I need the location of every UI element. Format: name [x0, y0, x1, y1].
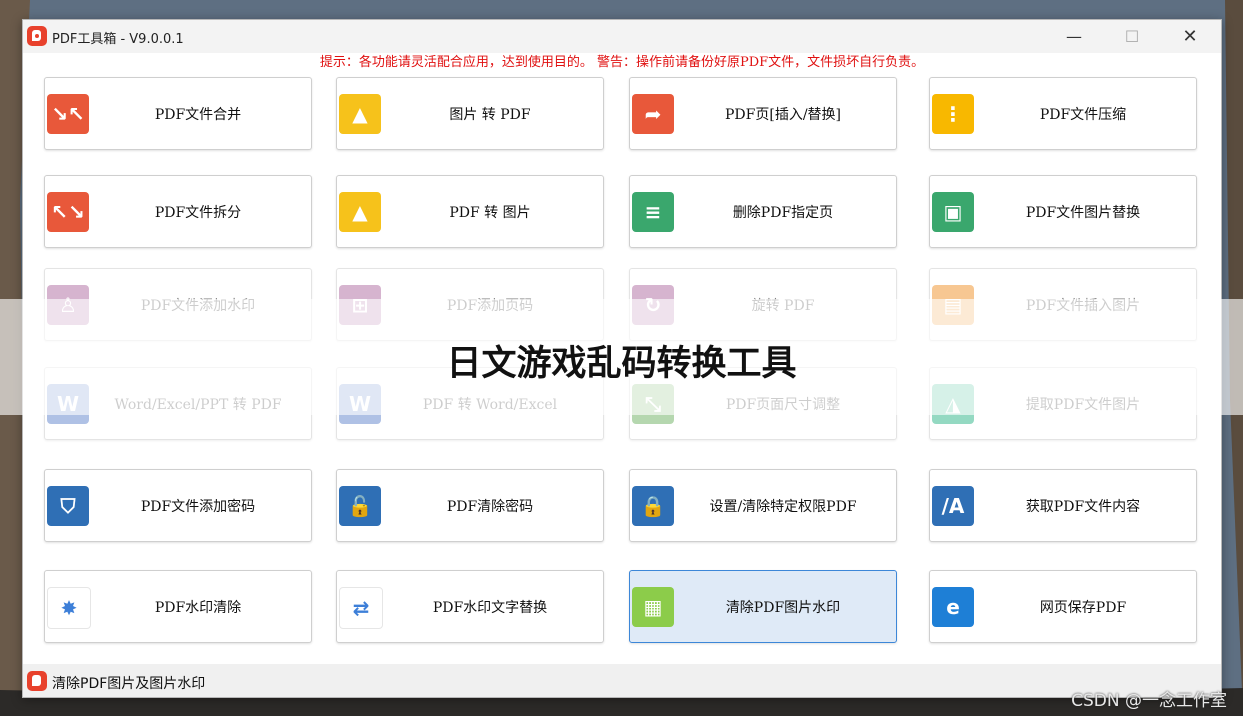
tool-label: PDF文件合并: [154, 106, 242, 123]
overlay-banner: 日文游戏乱码转换工具: [0, 299, 1243, 415]
tool-label: PDF文件图片替换: [1025, 204, 1141, 221]
image-watermark-icon: ▦: [632, 587, 674, 627]
text-extract-icon: /A: [932, 486, 974, 526]
tool-button-3[interactable]: ➦ PDF页[插入/替换]: [629, 77, 897, 150]
delete-page-icon: ≡: [632, 192, 674, 232]
tool-button-5[interactable]: ↖↘ PDF文件拆分: [44, 175, 312, 248]
tool-button-21[interactable]: ✸ PDF水印清除: [44, 570, 312, 643]
tool-button-17[interactable]: ⛉ PDF文件添加密码: [44, 469, 312, 542]
split-icon: ↖↘: [47, 192, 89, 232]
minimize-button[interactable]: —: [1045, 20, 1103, 53]
tool-label: PDF文件添加密码: [140, 498, 256, 515]
pdf-to-image-icon: ▲: [339, 192, 381, 232]
share-arrow-icon: ➦: [632, 94, 674, 134]
image-to-pdf-icon: ▲: [339, 94, 381, 134]
window-title: PDF工具箱 - V9.0.0.1: [52, 32, 184, 47]
tool-label: 清除PDF图片水印: [725, 599, 841, 616]
tool-label: PDF文件压缩: [1039, 106, 1127, 123]
tool-label: PDF文件拆分: [154, 204, 242, 221]
image-replace-icon: ▣: [932, 192, 974, 232]
tool-label: PDF水印文字替换: [432, 599, 548, 616]
tool-label: 网页保存PDF: [1039, 599, 1127, 616]
tool-label: 设置/清除特定权限PDF: [709, 498, 857, 515]
tool-button-1[interactable]: ↘↖ PDF文件合并: [44, 77, 312, 150]
unlock-icon: 🔓: [339, 486, 381, 526]
zip-icon: ⋮: [932, 94, 974, 134]
tool-button-7[interactable]: ≡ 删除PDF指定页: [629, 175, 897, 248]
tool-button-22[interactable]: ⇄ PDF水印文字替换: [336, 570, 604, 643]
status-bar: 清除PDF图片及图片水印: [23, 664, 1221, 697]
tool-button-6[interactable]: ▲ PDF 转 图片: [336, 175, 604, 248]
status-text: 清除PDF图片及图片水印: [52, 676, 206, 692]
close-button[interactable]: ✕: [1161, 20, 1219, 53]
overlay-title: 日文游戏乱码转换工具: [446, 344, 797, 384]
tool-button-8[interactable]: ▣ PDF文件图片替换: [929, 175, 1197, 248]
lock-icon: 🔒: [632, 486, 674, 526]
tool-button-20[interactable]: /A 获取PDF文件内容: [929, 469, 1197, 542]
tool-label: PDF清除密码: [446, 498, 534, 515]
pinwheel-icon: ✸: [47, 587, 91, 629]
shield-icon: ⛉: [47, 486, 89, 526]
tool-label: 获取PDF文件内容: [1025, 498, 1141, 515]
csdn-watermark: CSDN @一念工作室: [1071, 691, 1227, 711]
tool-label: 图片 转 PDF: [449, 106, 531, 123]
tool-label: 删除PDF指定页: [732, 204, 834, 221]
tool-button-24[interactable]: e 网页保存PDF: [929, 570, 1197, 643]
tool-label: PDF页[插入/替换]: [725, 106, 841, 123]
merge-icon: ↘↖: [47, 94, 89, 134]
tool-label: PDF 转 图片: [449, 204, 531, 221]
tool-button-19[interactable]: 🔒 设置/清除特定权限PDF: [629, 469, 897, 542]
app-logo-icon: [27, 671, 47, 691]
tool-button-4[interactable]: ⋮ PDF文件压缩: [929, 77, 1197, 150]
maximize-button[interactable]: ☐: [1103, 20, 1161, 53]
title-bar[interactable]: PDF工具箱 - V9.0.0.1 — ☐ ✕: [23, 20, 1221, 53]
tool-label: PDF水印清除: [154, 599, 242, 616]
tool-button-23[interactable]: ▦ 清除PDF图片水印: [629, 570, 897, 643]
app-logo-icon: [27, 26, 47, 46]
browser-icon: e: [932, 587, 974, 627]
text-replace-icon: ⇄: [339, 587, 383, 629]
tool-button-18[interactable]: 🔓 PDF清除密码: [336, 469, 604, 542]
notice-banner: 提示：各功能请灵活配合应用，达到使用目的。 警告：操作前请备份好原PDF文件，文…: [319, 55, 925, 70]
tool-button-2[interactable]: ▲ 图片 转 PDF: [336, 77, 604, 150]
